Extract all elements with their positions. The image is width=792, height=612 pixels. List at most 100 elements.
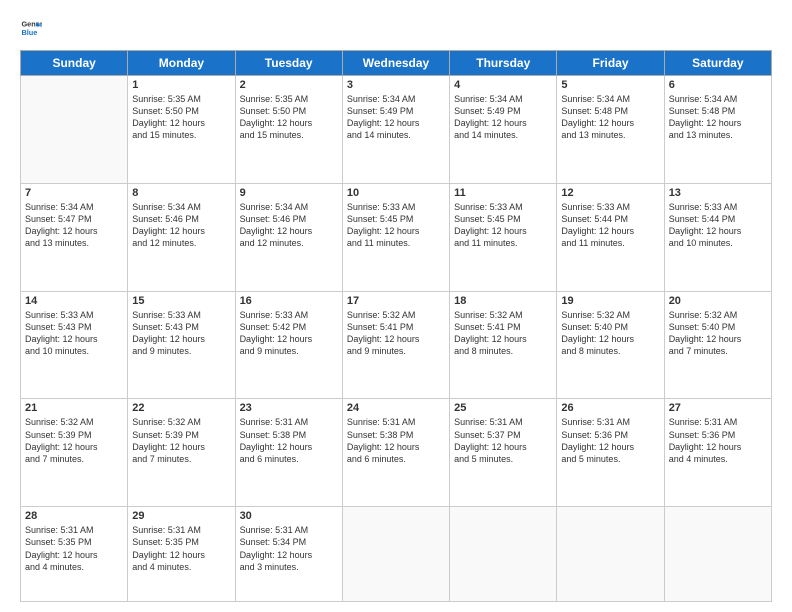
calendar-cell xyxy=(557,507,664,602)
day-number: 23 xyxy=(240,402,338,414)
day-info: Sunrise: 5:31 AM Sunset: 5:36 PM Dayligh… xyxy=(561,416,659,465)
day-number: 8 xyxy=(132,187,230,199)
day-info: Sunrise: 5:32 AM Sunset: 5:39 PM Dayligh… xyxy=(25,416,123,465)
calendar-cell: 27 Sunrise: 5:31 AM Sunset: 5:36 PM Dayli… xyxy=(664,399,771,507)
day-number: 1 xyxy=(132,79,230,91)
day-info: Sunrise: 5:34 AM Sunset: 5:46 PM Dayligh… xyxy=(132,201,230,250)
day-info: Sunrise: 5:34 AM Sunset: 5:47 PM Dayligh… xyxy=(25,201,123,250)
day-info: Sunrise: 5:33 AM Sunset: 5:45 PM Dayligh… xyxy=(347,201,445,250)
calendar-cell: 10 Sunrise: 5:33 AM Sunset: 5:45 PM Dayli… xyxy=(342,183,449,291)
calendar-cell: 15 Sunrise: 5:33 AM Sunset: 5:43 PM Dayli… xyxy=(128,291,235,399)
day-info: Sunrise: 5:33 AM Sunset: 5:44 PM Dayligh… xyxy=(561,201,659,250)
calendar-cell: 18 Sunrise: 5:32 AM Sunset: 5:41 PM Dayli… xyxy=(450,291,557,399)
day-number: 15 xyxy=(132,295,230,307)
day-info: Sunrise: 5:35 AM Sunset: 5:50 PM Dayligh… xyxy=(132,93,230,142)
day-info: Sunrise: 5:33 AM Sunset: 5:42 PM Dayligh… xyxy=(240,309,338,358)
day-of-week-header: Thursday xyxy=(450,51,557,76)
day-number: 29 xyxy=(132,510,230,522)
calendar-cell: 13 Sunrise: 5:33 AM Sunset: 5:44 PM Dayli… xyxy=(664,183,771,291)
day-of-week-header: Wednesday xyxy=(342,51,449,76)
day-info: Sunrise: 5:31 AM Sunset: 5:37 PM Dayligh… xyxy=(454,416,552,465)
calendar-cell: 12 Sunrise: 5:33 AM Sunset: 5:44 PM Dayli… xyxy=(557,183,664,291)
day-number: 26 xyxy=(561,402,659,414)
day-number: 20 xyxy=(669,295,767,307)
day-number: 30 xyxy=(240,510,338,522)
day-info: Sunrise: 5:32 AM Sunset: 5:41 PM Dayligh… xyxy=(347,309,445,358)
day-number: 19 xyxy=(561,295,659,307)
calendar-cell: 24Sunrise: 5:31 AM Sunset: 5:38 PM Dayli… xyxy=(342,399,449,507)
day-info: Sunrise: 5:33 AM Sunset: 5:43 PM Dayligh… xyxy=(25,309,123,358)
calendar-cell: 5 Sunrise: 5:34 AM Sunset: 5:48 PM Daylig… xyxy=(557,76,664,184)
day-number: 28 xyxy=(25,510,123,522)
calendar-cell xyxy=(342,507,449,602)
day-info: Sunrise: 5:31 AM Sunset: 5:35 PM Dayligh… xyxy=(25,524,123,573)
day-of-week-header: Sunday xyxy=(21,51,128,76)
day-info: Sunrise: 5:33 AM Sunset: 5:43 PM Dayligh… xyxy=(132,309,230,358)
calendar-cell: 3 Sunrise: 5:34 AM Sunset: 5:49 PM Daylig… xyxy=(342,76,449,184)
day-of-week-header: Saturday xyxy=(664,51,771,76)
logo: General Blue xyxy=(20,16,44,38)
day-info: Sunrise: 5:34 AM Sunset: 5:49 PM Dayligh… xyxy=(454,93,552,142)
calendar-cell: 6 Sunrise: 5:34 AM Sunset: 5:48 PM Daylig… xyxy=(664,76,771,184)
day-number: 10 xyxy=(347,187,445,199)
day-number: 11 xyxy=(454,187,552,199)
day-number: 14 xyxy=(25,295,123,307)
day-number: 4 xyxy=(454,79,552,91)
calendar-cell: 22 Sunrise: 5:32 AM Sunset: 5:39 PM Dayli… xyxy=(128,399,235,507)
day-number: 18 xyxy=(454,295,552,307)
svg-text:Blue: Blue xyxy=(21,28,37,37)
calendar-cell: 4 Sunrise: 5:34 AM Sunset: 5:49 PM Daylig… xyxy=(450,76,557,184)
calendar-cell: 29 Sunrise: 5:31 AM Sunset: 5:35 PM Dayli… xyxy=(128,507,235,602)
day-number: 13 xyxy=(669,187,767,199)
day-number: 16 xyxy=(240,295,338,307)
day-number: 9 xyxy=(240,187,338,199)
calendar-cell: 9 Sunrise: 5:34 AM Sunset: 5:46 PM Daylig… xyxy=(235,183,342,291)
day-info: Sunrise: 5:34 AM Sunset: 5:46 PM Dayligh… xyxy=(240,201,338,250)
calendar-cell xyxy=(664,507,771,602)
calendar-cell: 1 Sunrise: 5:35 AM Sunset: 5:50 PM Daylig… xyxy=(128,76,235,184)
day-number: 24 xyxy=(347,402,445,414)
calendar-cell: 2 Sunrise: 5:35 AM Sunset: 5:50 PM Daylig… xyxy=(235,76,342,184)
day-of-week-header: Monday xyxy=(128,51,235,76)
calendar-cell: 28 Sunrise: 5:31 AM Sunset: 5:35 PM Dayli… xyxy=(21,507,128,602)
day-number: 7 xyxy=(25,187,123,199)
day-number: 2 xyxy=(240,79,338,91)
day-info: Sunrise: 5:34 AM Sunset: 5:48 PM Dayligh… xyxy=(669,93,767,142)
day-info: Sunrise: 5:31 AM Sunset: 5:35 PM Dayligh… xyxy=(132,524,230,573)
day-number: 3 xyxy=(347,79,445,91)
calendar-cell xyxy=(21,76,128,184)
calendar-cell: 30 Sunrise: 5:31 AM Sunset: 5:34 PM Dayli… xyxy=(235,507,342,602)
day-of-week-header: Tuesday xyxy=(235,51,342,76)
day-number: 12 xyxy=(561,187,659,199)
day-info: Sunrise: 5:31 AM Sunset: 5:38 PM Dayligh… xyxy=(240,416,338,465)
calendar-cell: 11 Sunrise: 5:33 AM Sunset: 5:45 PM Dayli… xyxy=(450,183,557,291)
day-info: Sunrise: 5:33 AM Sunset: 5:45 PM Dayligh… xyxy=(454,201,552,250)
day-number: 6 xyxy=(669,79,767,91)
day-info: Sunrise: 5:31 AM Sunset: 5:34 PM Dayligh… xyxy=(240,524,338,573)
day-info: Sunrise: 5:34 AM Sunset: 5:48 PM Dayligh… xyxy=(561,93,659,142)
day-number: 5 xyxy=(561,79,659,91)
calendar-cell: 21 Sunrise: 5:32 AM Sunset: 5:39 PM Dayli… xyxy=(21,399,128,507)
day-info: Sunrise: 5:31 AM Sunset: 5:36 PM Dayligh… xyxy=(669,416,767,465)
day-info: Sunrise: 5:35 AM Sunset: 5:50 PM Dayligh… xyxy=(240,93,338,142)
calendar-cell: 26 Sunrise: 5:31 AM Sunset: 5:36 PM Dayli… xyxy=(557,399,664,507)
day-number: 27 xyxy=(669,402,767,414)
calendar-cell: 17 Sunrise: 5:32 AM Sunset: 5:41 PM Dayli… xyxy=(342,291,449,399)
day-info: Sunrise: 5:32 AM Sunset: 5:39 PM Dayligh… xyxy=(132,416,230,465)
day-number: 25 xyxy=(454,402,552,414)
day-number: 21 xyxy=(25,402,123,414)
day-info: Sunrise: 5:33 AM Sunset: 5:44 PM Dayligh… xyxy=(669,201,767,250)
calendar-cell: 23 Sunrise: 5:31 AM Sunset: 5:38 PM Dayli… xyxy=(235,399,342,507)
calendar-cell xyxy=(450,507,557,602)
day-info: Sunrise: 5:32 AM Sunset: 5:41 PM Dayligh… xyxy=(454,309,552,358)
calendar: SundayMondayTuesdayWednesdayThursdayFrid… xyxy=(20,50,772,602)
calendar-cell: 19Sunrise: 5:32 AM Sunset: 5:40 PM Dayli… xyxy=(557,291,664,399)
calendar-cell: 20 Sunrise: 5:32 AM Sunset: 5:40 PM Dayli… xyxy=(664,291,771,399)
day-info: Sunrise: 5:32 AM Sunset: 5:40 PM Dayligh… xyxy=(669,309,767,358)
calendar-cell: 25 Sunrise: 5:31 AM Sunset: 5:37 PM Dayli… xyxy=(450,399,557,507)
calendar-cell: 16 Sunrise: 5:33 AM Sunset: 5:42 PM Dayli… xyxy=(235,291,342,399)
day-info: Sunrise: 5:34 AM Sunset: 5:49 PM Dayligh… xyxy=(347,93,445,142)
day-number: 17 xyxy=(347,295,445,307)
day-number: 22 xyxy=(132,402,230,414)
day-of-week-header: Friday xyxy=(557,51,664,76)
